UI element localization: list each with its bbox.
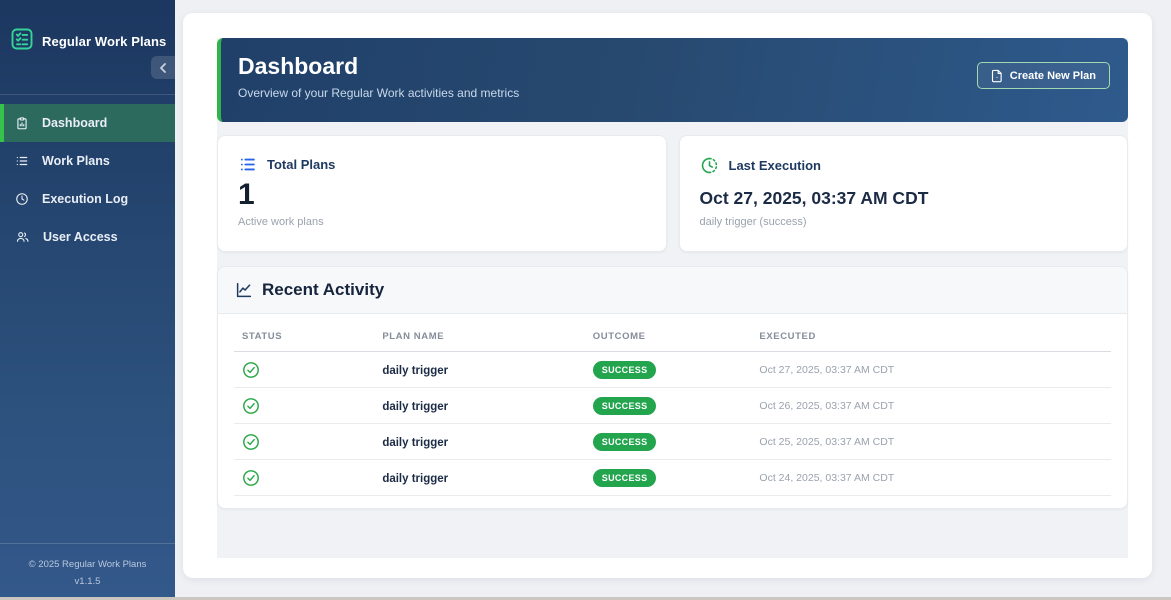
dashboard-icon	[17, 116, 27, 129]
column-header-outcome: OUTCOME	[584, 316, 752, 352]
status-badge: SUCCESS	[592, 433, 657, 451]
sidebar-collapse-button[interactable]	[151, 56, 175, 79]
plan-name: daily trigger	[382, 472, 449, 485]
executed-timestamp: Oct 25, 2025, 03:37 AM CDT	[751, 423, 1111, 460]
table-row: daily trigger SUCCESS Oct 26, 2025, 03:3…	[234, 387, 1111, 424]
create-new-plan-button[interactable]: Create New Plan	[976, 62, 1110, 89]
recent-activity-title: Recent Activity	[262, 280, 385, 299]
check-circle-icon	[243, 469, 259, 486]
app-title: Regular Work Plans	[42, 34, 167, 49]
app-logo-icon	[10, 27, 34, 56]
list-icon	[16, 156, 28, 166]
plan-name: daily trigger	[382, 436, 449, 449]
copyright-text: © 2025 Regular Work Plans	[28, 559, 147, 570]
clock-icon	[701, 157, 717, 174]
chevron-left-icon	[160, 62, 166, 73]
status-cell	[234, 459, 375, 496]
status-badge: SUCCESS	[592, 469, 657, 487]
app-logo-row: Regular Work Plans	[0, 0, 175, 56]
total-plans-value: 1	[238, 178, 255, 211]
sidebar-item-label: Work Plans	[42, 154, 110, 168]
sidebar-item-execution-log[interactable]: Execution Log	[0, 180, 175, 218]
executed-timestamp: Oct 26, 2025, 03:37 AM CDT	[751, 387, 1111, 424]
stat-label: Last Execution	[728, 158, 821, 173]
plan-name: daily trigger	[382, 400, 449, 413]
recent-activity-header: Recent Activity	[218, 267, 1127, 314]
plan-name: daily trigger	[382, 364, 449, 377]
create-new-plan-label: Create New Plan	[1009, 69, 1096, 82]
status-cell	[234, 423, 375, 460]
executed-timestamp: Oct 24, 2025, 03:37 AM CDT	[751, 459, 1111, 496]
stat-label: Total Plans	[267, 157, 336, 172]
check-circle-icon	[243, 397, 259, 414]
total-plans-card: Total Plans 1 Active work plans	[217, 135, 667, 252]
stat-description: Active work plans	[238, 216, 324, 228]
sidebar-item-label: User Access	[43, 230, 118, 244]
page-header-banner: Dashboard Overview of your Regular Work …	[217, 38, 1128, 122]
version-text: v1.1.5	[74, 576, 101, 588]
stat-card-header: Last Execution	[700, 156, 1108, 175]
sidebar-nav: Dashboard Work Plans Execution Log User …	[0, 104, 175, 256]
column-header-executed: EXECUTED	[751, 316, 1111, 352]
status-cell	[234, 387, 375, 424]
sidebar: Regular Work Plans Dashboard Work Plans	[0, 0, 175, 597]
file-icon	[991, 69, 1002, 82]
sidebar-item-dashboard[interactable]: Dashboard	[0, 104, 175, 142]
check-circle-icon	[243, 361, 259, 378]
line-chart-icon	[236, 282, 252, 298]
stat-description: daily trigger (success)	[699, 216, 807, 228]
table-row: daily trigger SUCCESS Oct 25, 2025, 03:3…	[234, 423, 1111, 460]
sidebar-item-label: Execution Log	[42, 192, 129, 206]
sidebar-item-work-plans[interactable]: Work Plans	[0, 142, 175, 180]
column-header-status: STATUS	[234, 316, 375, 352]
table-row: daily trigger SUCCESS Oct 27, 2025, 03:3…	[234, 351, 1111, 388]
check-circle-icon	[243, 433, 259, 450]
sidebar-footer: © 2025 Regular Work Plans v1.1.5	[0, 543, 175, 597]
sidebar-item-user-access[interactable]: User Access	[0, 218, 175, 256]
last-execution-card: Last Execution Oct 27, 2025, 03:37 AM CD…	[678, 135, 1128, 252]
last-execution-value: Oct 27, 2025, 03:37 AM CDT	[699, 188, 929, 208]
status-badge: SUCCESS	[592, 361, 657, 379]
activity-table-wrap: STATUS PLAN NAME OUTCOME EXECUTED daily …	[218, 314, 1127, 508]
users-icon	[16, 232, 29, 242]
stats-row: Total Plans 1 Active work plans Last Exe…	[217, 135, 1128, 252]
status-cell	[234, 351, 375, 388]
table-row: daily trigger SUCCESS Oct 24, 2025, 03:3…	[234, 459, 1111, 496]
main-panel: Dashboard Overview of your Regular Work …	[183, 13, 1152, 578]
recent-activity-card: Recent Activity STATUS PLAN NAME OUTCOME…	[217, 266, 1128, 509]
column-header-plan-name: PLAN NAME	[374, 316, 585, 352]
sidebar-header: Regular Work Plans	[0, 0, 175, 95]
clock-icon	[16, 193, 28, 205]
executed-timestamp: Oct 27, 2025, 03:37 AM CDT	[751, 351, 1111, 388]
status-badge: SUCCESS	[592, 397, 657, 415]
page-subtitle: Overview of your Regular Work activities…	[238, 85, 520, 100]
stat-card-header: Total Plans	[238, 156, 646, 173]
table-header-row: STATUS PLAN NAME OUTCOME EXECUTED	[234, 316, 1111, 352]
content-area: Dashboard Overview of your Regular Work …	[217, 38, 1128, 558]
list-icon	[240, 158, 255, 171]
sidebar-item-label: Dashboard	[42, 116, 108, 130]
activity-table: STATUS PLAN NAME OUTCOME EXECUTED daily …	[234, 316, 1111, 496]
